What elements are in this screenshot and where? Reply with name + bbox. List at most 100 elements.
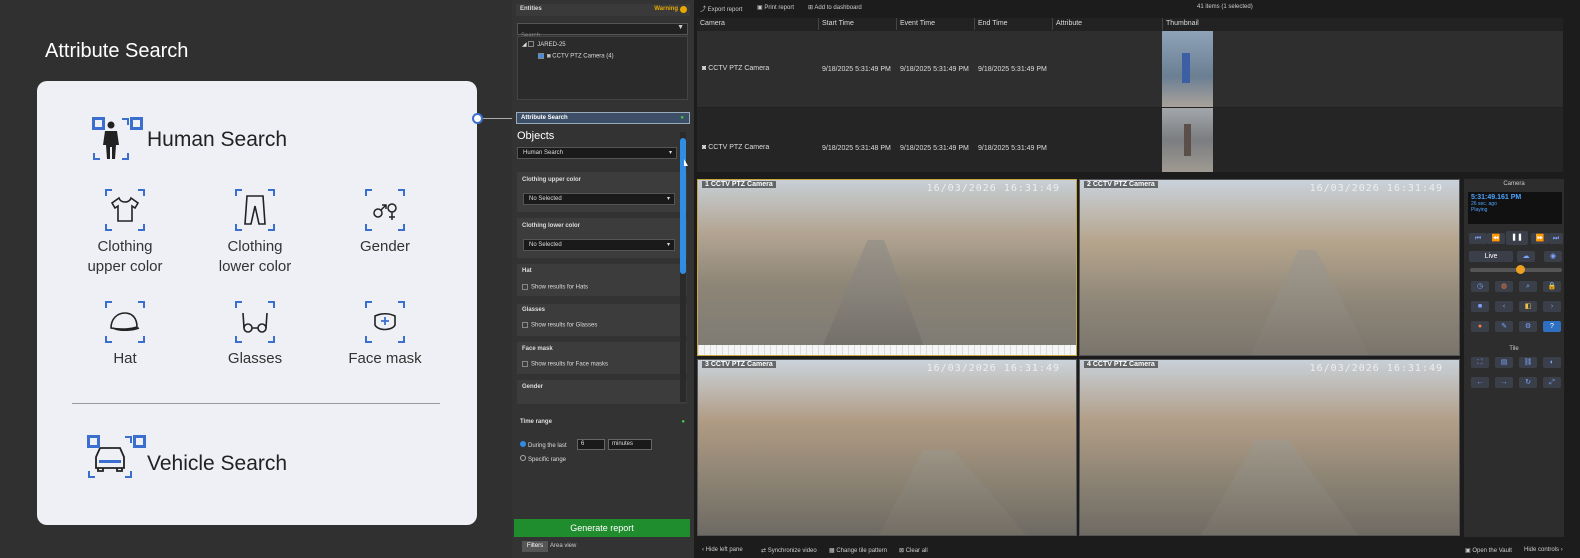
row-start: 9/18/2025 5:31:49 PM [822,66,891,73]
col-event-time[interactable]: Event Time [897,18,975,30]
ptz-camera-icon: ◙ [702,65,707,72]
lock-icon[interactable]: 🔒 [1543,281,1561,292]
radio-icon[interactable] [520,455,526,461]
tab-filters[interactable]: Filters [522,541,548,552]
sync-video-button[interactable]: ⇄ Synchronize video [761,547,817,554]
mouse-cursor-icon [684,159,688,166]
tile-close-icon[interactable]: ◐ [1543,357,1561,368]
expand-icon[interactable]: ◢ [522,42,527,48]
camera-checkbox[interactable] [538,53,544,59]
record-icon[interactable]: ● [1471,321,1489,332]
vault-icon: ▣ [1465,548,1471,554]
thumbnail[interactable] [1162,31,1213,107]
row-camera: ◙ CCTV PTZ Camera [702,65,770,72]
clock-icon[interactable]: ◷ [1471,281,1489,292]
print-report-button[interactable]: ▣ Print report [757,4,794,11]
search-input[interactable]: Search ▼ [517,23,688,39]
open-vault-button[interactable]: ▣ Open the Vault [1465,547,1512,554]
ptz-left-icon[interactable]: ■ [1471,301,1489,312]
hat-checkbox[interactable]: Show results for Hats [522,284,588,291]
thumbnail[interactable] [1162,108,1213,172]
ptz-home-icon[interactable]: ◧ [1519,301,1537,312]
glasses-checkbox[interactable]: Show results for Glasses [522,322,597,329]
car-icon [87,435,146,479]
add-dashboard-button[interactable]: ⊞ Add to dashboard [808,4,862,11]
lower-color-dropdown[interactable]: No Selected [523,239,675,251]
tree-item-root[interactable]: ◢ JARED-25 [522,41,566,48]
slider-knob[interactable] [1516,265,1525,274]
tile-back-icon[interactable]: ← [1471,377,1489,388]
skip-forward-icon[interactable]: ⏭ [1549,233,1563,244]
remove-filter-icon[interactable]: ● [680,115,684,121]
eye-icon[interactable]: ◉ [1544,251,1562,262]
row-end: 9/18/2025 5:31:49 PM [978,145,1047,152]
skip-back-icon[interactable]: ⏮ [1469,233,1487,244]
forward-icon[interactable]: ⏩ [1531,233,1549,244]
connector-dot [472,113,483,124]
hide-controls-button[interactable]: Hide controls › [1524,547,1563,553]
snapshot-icon[interactable]: ◍ [1495,281,1513,292]
settings-icon[interactable]: ⚙ [1519,321,1537,332]
objects-scrollbar[interactable] [680,132,686,402]
generate-report-button[interactable]: Generate report [514,519,690,537]
during-radio[interactable]: During the last [520,441,567,449]
tree-root-checkbox[interactable] [528,41,535,48]
attr-clothing-upper: Clothing upper color [75,189,175,277]
ptz-next-icon[interactable]: › [1543,301,1561,312]
mask-checkbox[interactable]: Show results for Face masks [522,361,608,368]
video-tile-2[interactable]: 2 CCTV PTZ Camera 16/03/2026 16:31:49 [1079,179,1460,356]
col-thumbnail[interactable]: Thumbnail [1163,18,1563,30]
face-mask-icon [365,301,405,343]
row-start: 9/18/2025 5:31:48 PM [822,145,891,152]
hat-checkbox-box[interactable] [522,284,528,290]
video-tile-4[interactable]: 4 CCTV PTZ Camera 16/03/2026 16:31:49 [1079,359,1460,536]
tile-fullscreen-icon[interactable]: ⛶ [1471,357,1489,368]
zoom-icon[interactable]: ⌕ [1519,281,1537,292]
clear-all-button[interactable]: ⊠ Clear all [899,547,928,554]
human-search-label: Human Search [147,128,288,151]
tile-link-icon[interactable]: ⛓ [1519,357,1537,368]
help-icon[interactable]: ? [1543,321,1561,332]
objects-dropdown[interactable]: Human Search [517,147,677,159]
filter-icon[interactable]: ▼ [677,24,684,31]
live-button[interactable]: Live [1469,251,1513,262]
col-start-time[interactable]: Start Time [819,18,897,30]
row-end: 9/18/2025 5:31:49 PM [978,66,1047,73]
during-value-input[interactable]: 6 [577,439,605,450]
item-count: 41 items (1 selected) [1197,4,1253,10]
table-row[interactable] [697,108,1563,172]
tree-item-camera[interactable]: ◙ CCTV PTZ Camera (4) [538,53,614,60]
speed-slider[interactable] [1470,265,1562,274]
col-camera[interactable]: Camera [697,18,819,30]
specific-radio[interactable]: Specific range [520,455,566,463]
mask-label: Face mask [522,346,553,352]
video-tile-3[interactable]: 3 CCTV PTZ Camera 16/03/2026 16:31:49 [697,359,1077,536]
street-scene [878,450,1028,535]
cloud-icon[interactable]: ☁ [1517,251,1535,262]
time-display: 5:31:49.161 PM 26 sec. ago Playing [1468,192,1562,224]
tile-map-icon[interactable]: ▤ [1495,357,1513,368]
tile-refresh-icon[interactable]: ↻ [1519,377,1537,388]
hide-left-pane-button[interactable]: ‹ Hide left pane [702,547,743,553]
upper-color-dropdown[interactable]: No Selected [523,193,675,205]
glasses-checkbox-box[interactable] [522,322,528,328]
vehicle-search-label: Vehicle Search [147,452,288,475]
ptz-prev-icon[interactable]: ‹ [1495,301,1513,312]
attr-clothing-lower: Clothing lower color [205,189,305,277]
pause-icon[interactable]: ❚❚ [1506,231,1528,245]
tab-area-view[interactable]: Area view [550,541,576,552]
col-attribute[interactable]: Attribute [1053,18,1163,30]
rewind-icon[interactable]: ⏪ [1487,233,1505,244]
tile-expand-icon[interactable]: ⤢ [1543,377,1561,388]
change-pattern-button[interactable]: ▦ Change tile pattern [829,547,887,554]
remove-time-icon[interactable]: ● [681,419,685,425]
export-report-button[interactable]: ⤴ Export report [700,4,742,13]
col-end-time[interactable]: End Time [975,18,1053,30]
edit-icon[interactable]: ✎ [1495,321,1513,332]
tile-forward-icon[interactable]: → [1495,377,1513,388]
timeline-bar[interactable] [698,345,1076,355]
mask-checkbox-box[interactable] [522,361,528,367]
radio-icon[interactable] [520,441,526,447]
video-tile-1[interactable]: 1 CCTV PTZ Camera 16/03/2026 16:31:49 [697,179,1077,356]
unit-dropdown[interactable]: minutes [608,439,652,450]
